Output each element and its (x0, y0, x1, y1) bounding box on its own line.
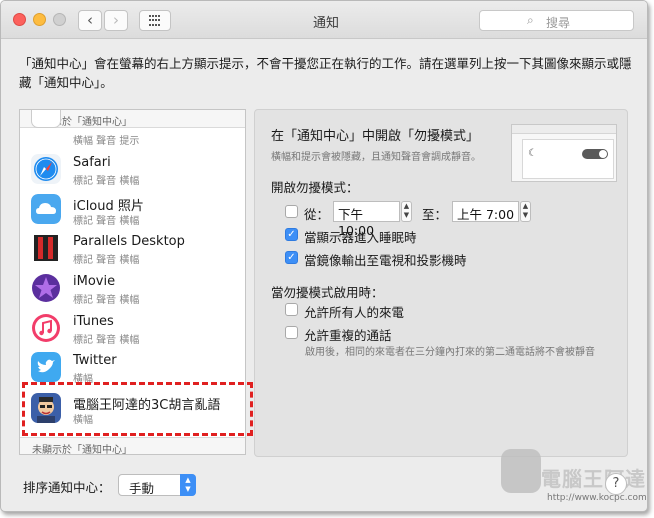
from-time-field[interactable]: 下午10:00 (333, 201, 400, 238)
list-header-hidden: 未顯示於「通知中心」 (20, 437, 245, 454)
preview-menubar (512, 125, 616, 134)
from-time-stepper[interactable]: ▲ ▼ (401, 201, 412, 222)
watermark-url: http://www.kocpc.com.tw (547, 493, 647, 503)
app-name: Parallels Desktop (73, 234, 185, 249)
allow-all-checkbox[interactable] (285, 303, 298, 316)
list-item[interactable]: 橫幅 聲音 提示 (20, 110, 245, 151)
from-label: 從： (304, 207, 330, 222)
to-time-stepper[interactable]: ▲ ▼ (520, 201, 531, 222)
search-placeholder: 搜尋 (546, 16, 571, 30)
list-item[interactable]: iTunes 標記 聲音 橫幅 (20, 309, 245, 348)
search-icon: ⌕ (527, 13, 534, 27)
moon-icon: ☾ (528, 148, 537, 159)
to-label: 至： (422, 207, 448, 222)
sort-label: 排序通知中心： (23, 480, 111, 495)
imovie-star-icon (31, 273, 61, 303)
app-name: Safari (73, 155, 111, 170)
list-item[interactable]: iMovie 標記 聲音 橫幅 (20, 269, 245, 308)
repeat-calls-note: 啟用後，相同的來電者在三分鐘內打來的第二通電話將不會被靜音 (305, 347, 595, 358)
safari-compass-icon (31, 154, 61, 184)
twitter-bird-icon (31, 352, 61, 382)
sort-value: 手動 (129, 481, 155, 496)
intro-text: 「通知中心」會在螢幕的右上方顯示提示，不會干擾您正在執行的工作。請在選單列上按一… (19, 56, 632, 90)
app-name: Twitter (73, 353, 117, 368)
titlebar: ‹ › 通知 ⌕ 搜尋 (1, 1, 647, 39)
chevron-updown-icon: ▲ ▼ (180, 474, 196, 496)
app-sub: 標記 聲音 橫幅 (73, 255, 140, 266)
sort-popup[interactable]: 手動 ▲ ▼ (118, 474, 196, 496)
dnd-title: 在「通知中心」中開啟「勿擾模式」 (271, 129, 480, 144)
display-sleep-checkbox[interactable]: ✓ (285, 228, 298, 241)
menubar-preview-image: ☾ (511, 124, 617, 182)
repeat-calls-checkbox[interactable] (285, 326, 298, 339)
app-sub: 標記 聲音 橫幅 (73, 216, 140, 227)
app-sub: 橫幅 聲音 提示 (73, 136, 140, 147)
watermark-mascot-icon (501, 449, 541, 493)
highlight-annotation (22, 382, 253, 436)
dnd-subtitle: 橫幅和提示會被隱藏，且通知聲音會調成靜音。 (271, 152, 481, 163)
preferences-window: ‹ › 通知 ⌕ 搜尋 「通知中心」會在螢幕的右上方顯示提示，不會干擾您正在執行… (0, 0, 648, 512)
search-field[interactable]: ⌕ 搜尋 (479, 10, 634, 31)
list-item[interactable]: iCloud 照片 標記 聲音 橫幅 (20, 190, 245, 229)
itunes-note-icon (31, 313, 61, 343)
toggle-icon (582, 149, 608, 159)
display-sleep-label: 當顯示器進入睡眠時 (304, 230, 417, 245)
mirroring-label: 當鏡像輸出至電視和投影機時 (304, 253, 467, 268)
app-sub: 標記 聲音 橫幅 (73, 176, 140, 187)
watermark: 電腦王阿達 http://www.kocpc.com.tw (501, 441, 647, 511)
schedule-label: 開啟勿擾模式： (271, 180, 359, 195)
allow-all-label: 允許所有人的來電 (304, 305, 405, 320)
from-checkbox[interactable] (285, 205, 298, 218)
icloud-icon (31, 194, 61, 224)
to-time-field[interactable]: 上午 7:00 (452, 201, 519, 222)
app-name: iMovie (73, 274, 116, 289)
list-item[interactable]: Parallels Desktop 標記 聲音 橫幅 (20, 229, 245, 268)
calendar-icon (31, 110, 61, 128)
app-sub: 標記 聲音 橫幅 (73, 335, 140, 346)
do-not-disturb-panel: 在「通知中心」中開啟「勿擾模式」 橫幅和提示會被隱藏，且通知聲音會調成靜音。 ☾… (254, 109, 628, 457)
watermark-text: 電腦王阿達 (541, 467, 646, 491)
list-item[interactable]: Safari 標記 聲音 橫幅 (20, 150, 245, 189)
parallels-icon (31, 233, 61, 263)
mirroring-checkbox[interactable]: ✓ (285, 251, 298, 264)
app-sub: 標記 聲音 橫幅 (73, 295, 140, 306)
repeat-calls-label: 允許重複的通話 (304, 328, 392, 343)
preview-pane (522, 139, 614, 179)
when-on-label: 當勿擾模式啟用時： (271, 285, 384, 300)
app-name: iTunes (73, 314, 114, 329)
help-button[interactable]: ? (605, 473, 627, 495)
